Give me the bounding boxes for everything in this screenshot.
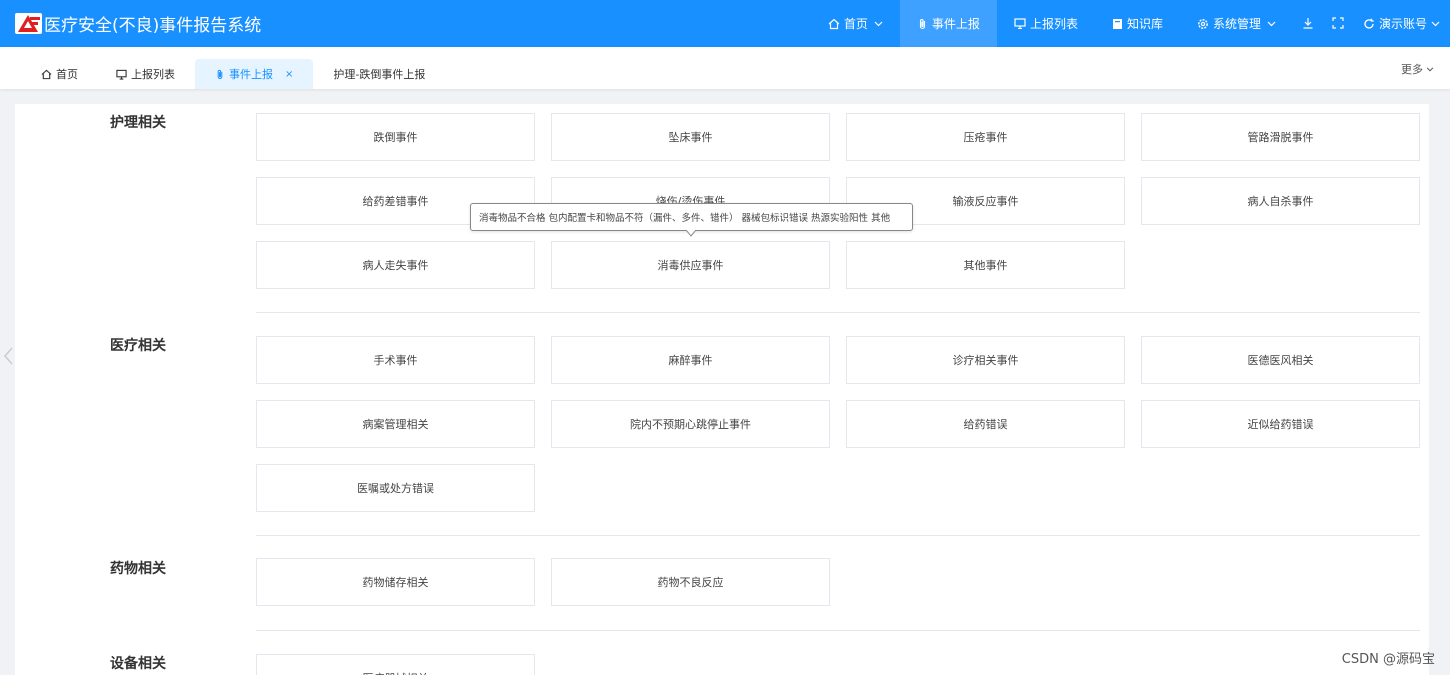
nav-home[interactable]: 首页 — [811, 0, 900, 47]
paperclip-icon — [917, 18, 928, 30]
event-card[interactable]: 麻醉事件 — [551, 336, 830, 384]
tab-home[interactable]: 首页 — [23, 59, 96, 89]
event-card[interactable]: 管路滑脱事件 — [1141, 113, 1420, 161]
download-button[interactable] — [1293, 0, 1323, 47]
app-title: 医疗安全(不良)事件报告系统 — [44, 16, 262, 36]
event-card[interactable]: 病人自杀事件 — [1141, 177, 1420, 225]
nav-event-report-label: 事件上报 — [931, 17, 980, 31]
event-card[interactable]: 医德医风相关 — [1141, 336, 1420, 384]
section-divider — [256, 630, 1420, 631]
gear-icon — [1197, 18, 1209, 30]
refresh-icon — [1363, 18, 1375, 30]
event-card[interactable]: 病人走失事件 — [256, 241, 535, 289]
tab-fall-report-label: 护理-跌倒事件上报 — [333, 68, 426, 81]
alert-triangle-logo-icon — [15, 13, 42, 34]
nav-system-admin[interactable]: 系统管理 — [1180, 0, 1293, 47]
fullscreen-button[interactable] — [1323, 0, 1353, 47]
tab-event-report-label: 事件上报 — [229, 68, 273, 81]
event-card[interactable]: 其他事件 — [846, 241, 1125, 289]
event-card[interactable]: 医疗器械相关 — [256, 654, 535, 675]
brand: 医疗安全(不良)事件报告系统 — [0, 0, 261, 47]
chevron-down-icon — [1426, 66, 1434, 72]
chevron-down-icon — [1431, 21, 1440, 27]
monitor-icon — [1014, 18, 1026, 29]
top-nav: 首页 事件上报 上报列表 知识库 系统管理 演示账号 — [811, 0, 1450, 47]
monitor-icon — [116, 69, 127, 80]
section-label-equipment: 设备相关 — [110, 656, 166, 672]
chevron-down-icon — [1267, 21, 1276, 27]
event-card[interactable]: 医嘱或处方错误 — [256, 464, 535, 512]
tab-bar: 首页 上报列表 事件上报 × 护理-跌倒事件上报 更多 — [0, 47, 1450, 89]
nav-report-list[interactable]: 上报列表 — [997, 0, 1095, 47]
event-category-panel: 护理相关 跌倒事件 坠床事件 压疮事件 管路滑脱事件 给药差错事件 烧伤/烫伤事… — [15, 104, 1429, 675]
tab-home-label: 首页 — [56, 68, 78, 81]
event-card[interactable]: 近似给药错误 — [1141, 400, 1420, 448]
tooltip-arrow — [686, 230, 696, 237]
more-tabs-button[interactable]: 更多 — [1401, 61, 1434, 77]
event-card[interactable]: 坠床事件 — [551, 113, 830, 161]
book-icon — [1112, 18, 1123, 30]
nav-home-label: 首页 — [843, 17, 868, 31]
account-menu[interactable]: 演示账号 — [1353, 0, 1450, 47]
fullscreen-icon — [1332, 14, 1344, 33]
section-label-nursing: 护理相关 — [110, 115, 166, 131]
event-card[interactable]: 药物储存相关 — [256, 558, 535, 606]
account-label: 演示账号 — [1378, 17, 1427, 31]
section-divider — [256, 535, 1420, 536]
event-card[interactable]: 跌倒事件 — [256, 113, 535, 161]
nav-event-report[interactable]: 事件上报 — [899, 0, 997, 47]
more-label: 更多 — [1401, 63, 1423, 76]
home-icon — [41, 69, 52, 80]
home-icon — [828, 18, 840, 30]
event-card[interactable]: 消毒供应事件 — [551, 241, 830, 289]
tab-event-report[interactable]: 事件上报 × — [195, 59, 314, 89]
close-icon[interactable]: × — [285, 69, 293, 80]
section-label-drug: 药物相关 — [110, 561, 166, 577]
nav-report-list-label: 上报列表 — [1029, 17, 1078, 31]
section-label-medical: 医疗相关 — [110, 338, 166, 354]
nav-system-admin-label: 系统管理 — [1212, 17, 1261, 31]
section-divider — [256, 312, 1420, 313]
event-card[interactable]: 诊疗相关事件 — [846, 336, 1125, 384]
nav-knowledge-base[interactable]: 知识库 — [1095, 0, 1180, 47]
watermark: CSDN @源码宝 — [1341, 652, 1435, 667]
chevron-left-icon[interactable] — [2, 346, 14, 366]
event-card[interactable]: 药物不良反应 — [551, 558, 830, 606]
event-tooltip: 消毒物品不合格 包内配置卡和物品不符（漏件、多件、错件） 器械包标识错误 热源实… — [470, 203, 913, 231]
tab-report-list[interactable]: 上报列表 — [98, 59, 193, 89]
event-card[interactable]: 压疮事件 — [846, 113, 1125, 161]
nav-knowledge-base-label: 知识库 — [1126, 17, 1163, 31]
event-card[interactable]: 手术事件 — [256, 336, 535, 384]
top-header: 医疗安全(不良)事件报告系统 首页 事件上报 上报列表 知识库 系统管理 演示账… — [0, 0, 1450, 47]
tab-fall-report[interactable]: 护理-跌倒事件上报 — [315, 59, 443, 89]
event-card[interactable]: 病案管理相关 — [256, 400, 535, 448]
paperclip-icon — [215, 69, 225, 80]
event-card[interactable]: 院内不预期心跳停止事件 — [551, 400, 830, 448]
chevron-down-icon — [874, 21, 883, 27]
tab-report-list-label: 上报列表 — [131, 68, 175, 81]
download-icon — [1302, 14, 1314, 33]
event-card[interactable]: 给药错误 — [846, 400, 1125, 448]
